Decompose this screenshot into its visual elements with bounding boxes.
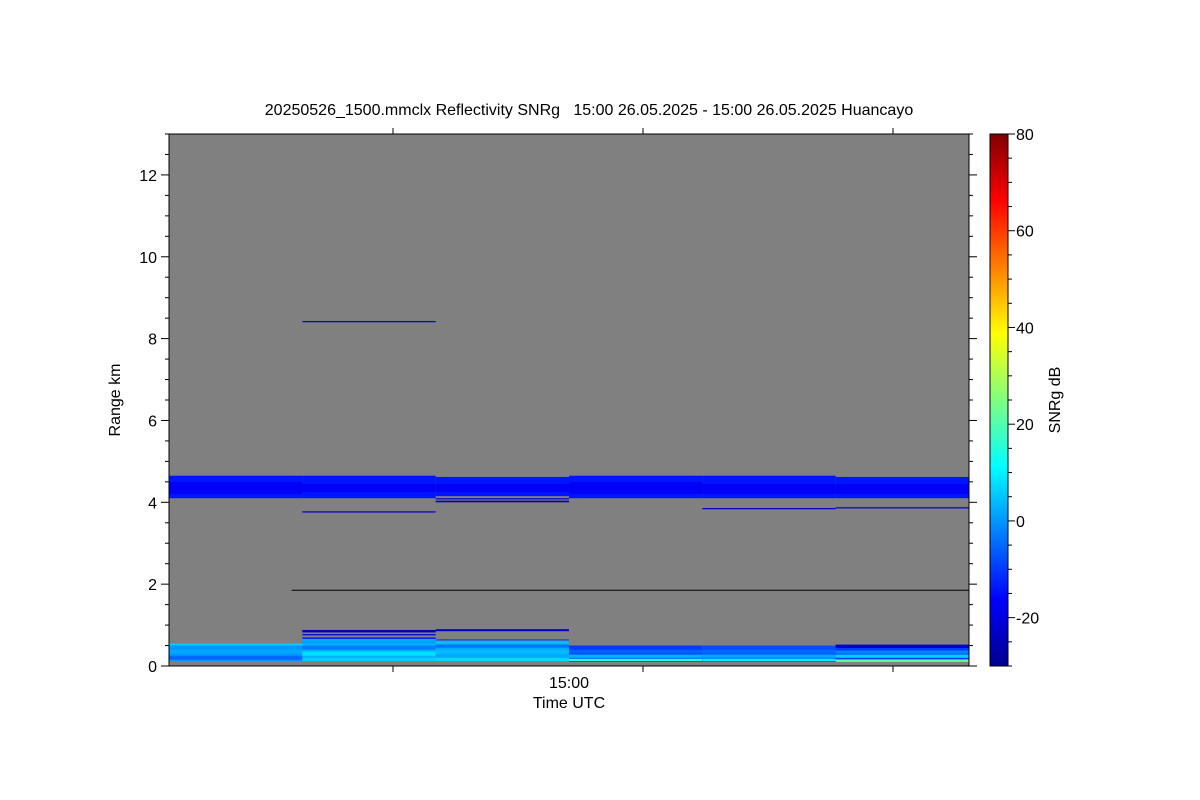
heatmap-cell <box>302 651 436 656</box>
colorbar-tick-label: 20 <box>1016 417 1034 434</box>
heatmap-cell <box>302 629 436 633</box>
heatmap-cell <box>302 483 436 493</box>
heatmap-cell <box>302 645 436 650</box>
plot-background <box>169 134 969 666</box>
heatmap-cell <box>169 481 303 495</box>
y-tick-label: 4 <box>148 495 157 512</box>
heatmap-cell <box>702 483 836 495</box>
colorbar-tick-label: 0 <box>1016 514 1025 531</box>
heatmap-cell <box>835 654 969 658</box>
y-tick-label: 12 <box>139 168 157 185</box>
heatmap-cell <box>435 638 569 641</box>
heatmap-cell <box>835 659 969 662</box>
heatmap-cell <box>302 511 436 513</box>
chart-title: 20250526_1500.mmclx Reflectivity SNRg 15… <box>265 102 914 119</box>
heatmap-cell <box>835 507 969 509</box>
heatmap-cell <box>569 481 703 495</box>
heatmap-cell <box>302 657 436 662</box>
heatmap-cell <box>302 637 436 639</box>
heatmap-cell <box>302 640 436 644</box>
heatmap-cell <box>302 634 436 636</box>
radar-figure: 20250526_1500.mmclx Reflectivity SNRg 15… <box>107 102 1064 712</box>
heatmap-cell <box>435 641 569 644</box>
colorbar-tick-label: 80 <box>1016 127 1034 144</box>
heatmap-cell <box>169 649 303 654</box>
heatmap-cell <box>435 498 569 500</box>
colorbar-tick-label: 60 <box>1016 224 1034 241</box>
heatmap-cell <box>835 483 969 495</box>
y-tick-label: 10 <box>139 250 157 267</box>
heatmap-cell <box>302 321 436 323</box>
heatmap-cell <box>435 649 569 654</box>
y-axis-label: Range km <box>107 364 124 437</box>
x-axis-label: Time UTC <box>533 695 605 712</box>
heatmap-cell <box>435 500 569 503</box>
heatmap-cell <box>702 508 836 510</box>
y-tick-label: 8 <box>148 332 157 349</box>
y-tick-label: 0 <box>148 659 157 676</box>
heatmap-cell <box>435 657 569 662</box>
colorbar-tick-label: -20 <box>1016 611 1039 628</box>
heatmap-cell <box>835 650 969 654</box>
heatmap-cell <box>435 644 569 648</box>
y-tick-label: 6 <box>148 413 157 430</box>
x-axis-tick-label: 15:00 <box>549 675 589 692</box>
heatmap-cell <box>569 654 703 658</box>
heatmap-cell <box>569 658 703 662</box>
colorbar-tick-label: 40 <box>1016 320 1034 337</box>
heatmap-cell <box>835 644 969 648</box>
heatmap-cell <box>569 649 703 654</box>
heatmap-cell <box>702 649 836 654</box>
heatmap-cell <box>702 658 836 662</box>
heatmap-cell <box>169 655 303 660</box>
y-tick-label: 2 <box>148 577 157 594</box>
heatmap-cell <box>435 483 569 493</box>
colorbar-axis: -20 0 20 40 60 80 <box>1008 127 1039 667</box>
heatmap-cell <box>702 654 836 658</box>
colorbar <box>989 133 1009 667</box>
heatmap-cell <box>435 629 569 632</box>
heatmap-cell <box>169 643 303 646</box>
colorbar-label: SNRg dB <box>1047 367 1064 434</box>
